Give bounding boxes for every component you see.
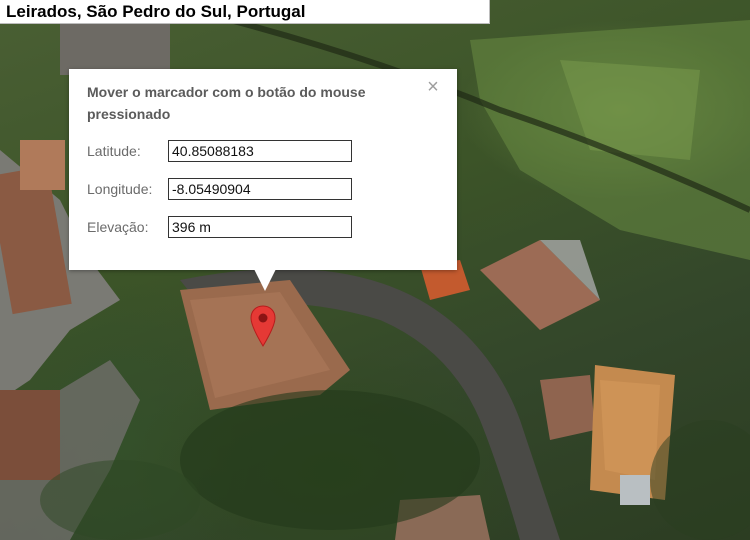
longitude-input[interactable] (168, 178, 352, 200)
longitude-row: Longitude: (87, 178, 357, 200)
latitude-label: Latitude: (87, 143, 141, 159)
info-window-pointer (254, 269, 276, 291)
close-icon[interactable]: × (424, 77, 442, 97)
marker-info-window: Mover o marcador com o botão do mouse pr… (69, 69, 457, 270)
map-pin-icon[interactable] (250, 305, 276, 347)
elevation-input[interactable] (168, 216, 352, 238)
latitude-input[interactable] (168, 140, 352, 162)
latitude-row: Latitude: (87, 140, 357, 162)
elevation-label: Elevação: (87, 219, 149, 235)
longitude-label: Longitude: (87, 181, 153, 197)
place-title: Leirados, São Pedro do Sul, Portugal (0, 0, 490, 24)
elevation-row: Elevação: (87, 216, 357, 238)
info-window-heading: Mover o marcador com o botão do mouse pr… (87, 84, 366, 122)
